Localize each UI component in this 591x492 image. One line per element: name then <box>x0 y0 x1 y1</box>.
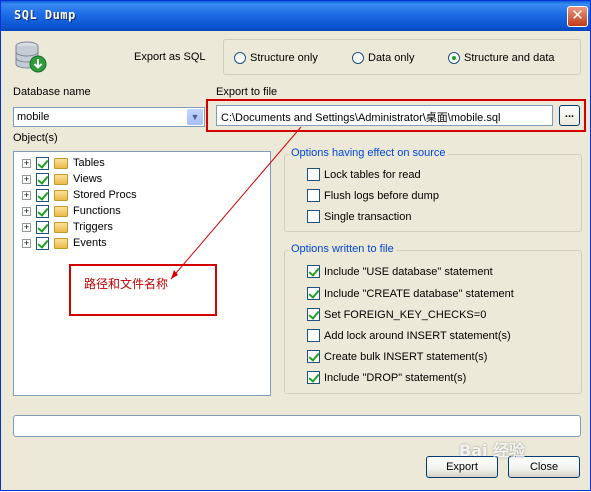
folder-icon <box>54 157 68 169</box>
folder-icon <box>54 189 68 201</box>
database-select[interactable]: mobile ▼ <box>13 107 205 127</box>
option-label: Include "USE database" statement <box>324 265 493 278</box>
checkbox-checked[interactable] <box>307 350 320 363</box>
radio-circle <box>234 52 246 64</box>
expand-icon[interactable]: + <box>22 174 31 184</box>
radio-circle-selected <box>448 52 460 64</box>
checkbox-checked[interactable] <box>307 371 320 384</box>
close-window-button[interactable]: ✕ <box>567 6 588 27</box>
tree-item-events[interactable]: + Events <box>22 235 107 251</box>
export-as-label: Export as SQL <box>134 51 206 63</box>
export-to-file-label: Export to file <box>216 86 278 98</box>
database-select-value: mobile <box>17 111 50 123</box>
objects-label: Object(s) <box>13 132 58 144</box>
export-file-path-input[interactable]: C:\Documents and Settings\Administrator\… <box>216 105 553 126</box>
progress-bar <box>13 415 581 437</box>
option-include-drop[interactable]: Include "DROP" statement(s) <box>307 371 466 384</box>
tree-item-functions[interactable]: + Functions <box>22 203 121 219</box>
radio-structure-and-data[interactable]: Structure and data <box>448 52 555 64</box>
folder-icon <box>54 237 68 249</box>
export-type-group: Structure only Data only Structure and d… <box>223 39 581 75</box>
option-lock-tables[interactable]: Lock tables for read <box>307 168 421 181</box>
checkbox-checked[interactable] <box>36 220 49 234</box>
tree-item-views[interactable]: + Views <box>22 171 102 187</box>
tree-item-tables[interactable]: + Tables <box>22 155 105 171</box>
database-name-label: Database name <box>13 86 91 98</box>
tree-item-label: Triggers <box>73 221 113 233</box>
radio-circle <box>352 52 364 64</box>
option-label: Set FOREIGN_KEY_CHECKS=0 <box>324 308 487 321</box>
folder-icon <box>54 205 68 217</box>
tree-item-triggers[interactable]: + Triggers <box>22 219 113 235</box>
sql-dump-window: SQL Dump ✕ Export as SQL Structure only … <box>0 0 591 491</box>
title-bar[interactable]: SQL Dump ✕ <box>1 1 590 31</box>
written-options-title: Options written to file <box>289 243 396 255</box>
option-foreign-key-checks[interactable]: Set FOREIGN_KEY_CHECKS=0 <box>307 308 486 321</box>
option-label: Lock tables for read <box>324 168 421 181</box>
tree-item-stored-procs[interactable]: + Stored Procs <box>22 187 137 203</box>
tree-item-label: Events <box>73 237 107 249</box>
database-icon <box>15 41 47 73</box>
tree-item-label: Tables <box>73 157 105 169</box>
option-label: Single transaction <box>324 210 412 223</box>
watermark: Bai 经验 <box>459 441 526 460</box>
tree-item-label: Views <box>73 173 103 185</box>
expand-icon[interactable]: + <box>22 206 31 216</box>
radio-label: Structure only <box>250 52 318 64</box>
option-add-lock-insert[interactable]: Add lock around INSERT statement(s) <box>307 329 511 342</box>
expand-icon[interactable]: + <box>22 222 31 232</box>
tree-item-label: Functions <box>73 205 121 217</box>
checkbox-unchecked[interactable] <box>307 329 320 342</box>
radio-structure-only[interactable]: Structure only <box>234 52 318 64</box>
checkbox-checked[interactable] <box>307 308 320 321</box>
checkbox-checked[interactable] <box>36 236 49 250</box>
checkbox-unchecked[interactable] <box>307 210 320 223</box>
option-include-create[interactable]: Include "CREATE database" statement <box>307 287 514 300</box>
window-title: SQL Dump <box>14 8 76 22</box>
option-include-use[interactable]: Include "USE database" statement <box>307 265 493 278</box>
option-bulk-insert[interactable]: Create bulk INSERT statement(s) <box>307 350 487 363</box>
browse-button[interactable]: ... <box>559 105 580 126</box>
annotation-box: 路径和文件名称 <box>69 264 217 316</box>
option-label: Include "DROP" statement(s) <box>324 371 467 384</box>
source-options-title: Options having effect on source <box>289 147 448 159</box>
expand-icon[interactable]: + <box>22 238 31 248</box>
folder-icon <box>54 221 68 233</box>
checkbox-unchecked[interactable] <box>307 168 320 181</box>
radio-label: Structure and data <box>464 52 555 64</box>
checkbox-checked[interactable] <box>307 287 320 300</box>
option-label: Flush logs before dump <box>324 189 439 202</box>
checkbox-checked[interactable] <box>36 156 49 170</box>
option-label: Create bulk INSERT statement(s) <box>324 350 488 363</box>
checkbox-unchecked[interactable] <box>307 189 320 202</box>
tree-item-label: Stored Procs <box>73 189 137 201</box>
expand-icon[interactable]: + <box>22 158 31 168</box>
checkbox-checked[interactable] <box>36 188 49 202</box>
folder-icon <box>54 173 68 185</box>
option-label: Include "CREATE database" statement <box>324 287 514 300</box>
radio-label: Data only <box>368 52 415 64</box>
radio-data-only[interactable]: Data only <box>352 52 414 64</box>
chevron-down-icon[interactable]: ▼ <box>187 109 203 125</box>
annotation-text: 路径和文件名称 <box>84 277 169 291</box>
expand-icon[interactable]: + <box>22 190 31 200</box>
option-single-transaction[interactable]: Single transaction <box>307 210 411 223</box>
checkbox-checked[interactable] <box>36 172 49 186</box>
option-label: Add lock around INSERT statement(s) <box>324 329 511 342</box>
export-file-path-value: C:\Documents and Settings\Administrator\… <box>221 112 501 124</box>
option-flush-logs[interactable]: Flush logs before dump <box>307 189 439 202</box>
checkbox-checked[interactable] <box>307 265 320 278</box>
checkbox-checked[interactable] <box>36 204 49 218</box>
